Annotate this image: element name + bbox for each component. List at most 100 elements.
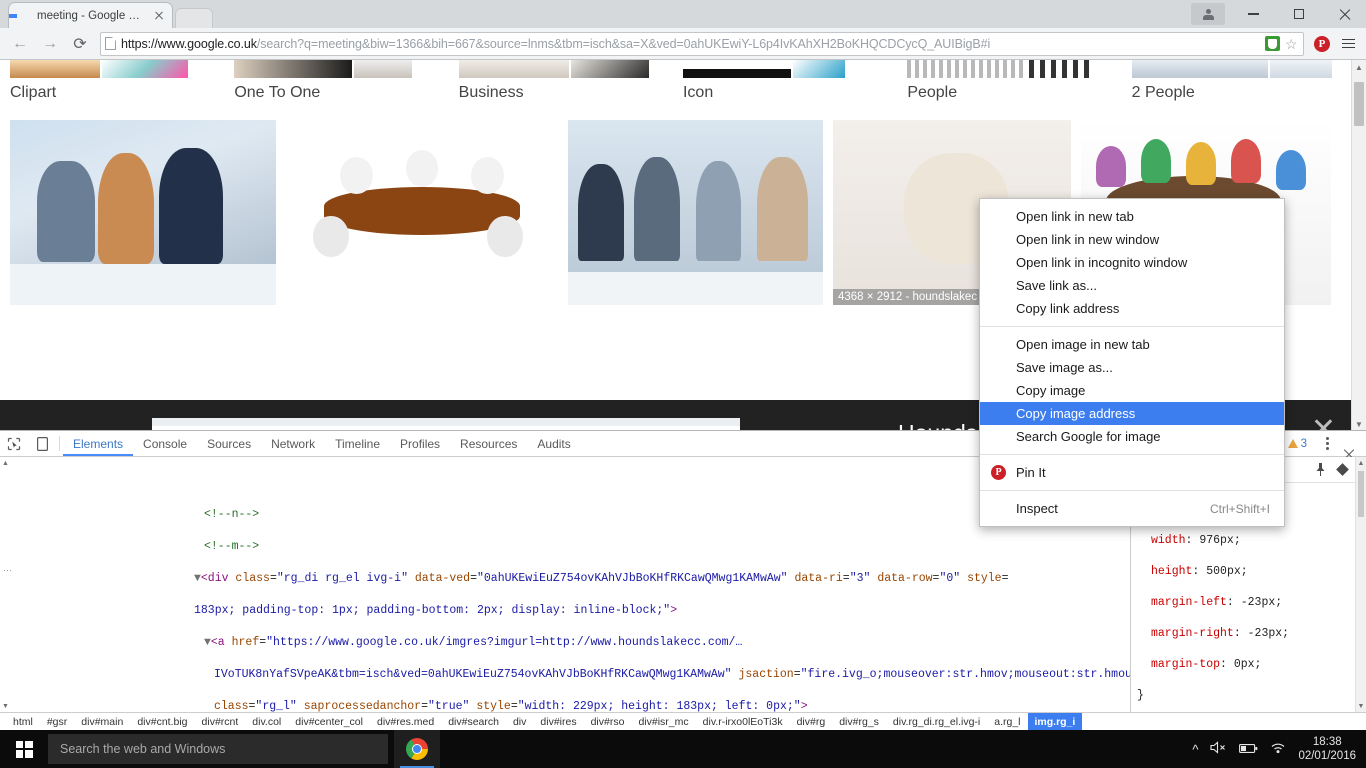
breadcrumb-item[interactable]: div.r-irxo0lEoTi3k (696, 713, 790, 731)
battery-icon[interactable] (1239, 742, 1258, 757)
dom-tree-pane[interactable]: ▲ ⋯ ▼ ​ <!--n--> <!--m--> ▼<div class="r… (0, 457, 1130, 712)
tab-sources[interactable]: Sources (197, 431, 261, 456)
tab-elements[interactable]: Elements (63, 431, 133, 456)
breadcrumb-item[interactable]: div#main (74, 713, 130, 731)
menu-item-label: Inspect (1016, 501, 1058, 516)
chrome-taskbar-icon[interactable] (394, 730, 440, 768)
styles-scrollbar-thumb[interactable] (1358, 471, 1364, 517)
menu-item-copy-image-address[interactable]: Copy image address (980, 402, 1284, 425)
warning-count-badge[interactable]: 3 (1287, 438, 1307, 450)
style-block-close: } (1137, 688, 1144, 702)
pinterest-extension-icon[interactable]: P (1310, 32, 1334, 56)
category-icon[interactable]: Icon (682, 60, 907, 112)
category-2-people[interactable]: 2 People (1131, 60, 1356, 112)
chrome-menu-icon[interactable] (1336, 32, 1360, 56)
menu-item-save-image-as[interactable]: Save image as... (980, 356, 1284, 379)
dom-line: ▼<div class="rg_di rg_el ivg-i" data-ved… (194, 572, 1009, 585)
breadcrumb-item[interactable]: html (6, 713, 40, 731)
menu-item-search-google-for-image[interactable]: Search Google for image (980, 425, 1284, 448)
devtools-tabs: Elements Console Sources Network Timelin… (63, 431, 581, 456)
kebab-menu-icon[interactable] (1318, 437, 1336, 450)
bookmark-star-icon[interactable]: ☆ (1285, 37, 1299, 51)
tab-timeline[interactable]: Timeline (325, 431, 390, 456)
resize-handle-dots[interactable]: ⋯ (3, 565, 13, 576)
breadcrumb-item[interactable]: #gsr (40, 713, 74, 731)
dom-scroll-down-arrow[interactable]: ▼ (0, 700, 11, 712)
pin-styles-icon[interactable] (1310, 463, 1330, 476)
tab-profiles[interactable]: Profiles (390, 431, 450, 456)
browser-window: meeting - Google Search ← → ⟳ https://ww… (0, 0, 1366, 731)
adblock-icon[interactable] (1265, 36, 1280, 51)
back-button[interactable]: ← (6, 30, 34, 58)
wifi-icon[interactable] (1270, 741, 1286, 757)
dom-line-text: <!--n--> (204, 508, 260, 521)
show-hidden-icons-icon[interactable]: ^ (1192, 742, 1198, 757)
menu-item-open-link-incognito[interactable]: Open link in incognito window (980, 251, 1284, 274)
breadcrumb-item[interactable]: a.rg_l (987, 713, 1027, 731)
breadcrumb-item[interactable]: div (506, 713, 533, 731)
category-clipart[interactable]: Clipart (10, 60, 234, 112)
breadcrumb-item[interactable]: div.col (245, 713, 288, 731)
address-bar[interactable]: https://www.google.co.uk/search?q=meetin… (100, 31, 1304, 56)
scroll-up-arrow[interactable]: ▲ (1352, 60, 1366, 75)
device-toolbar-icon[interactable] (28, 431, 56, 456)
dom-gutter: ▲ ⋯ ▼ (0, 457, 13, 712)
menu-item-copy-image[interactable]: Copy image (980, 379, 1284, 402)
breadcrumb-item[interactable]: div#rcnt (195, 713, 246, 731)
scrollbar-thumb[interactable] (1354, 82, 1364, 126)
reload-button[interactable]: ⟳ (66, 30, 94, 58)
volume-muted-icon[interactable] (1210, 741, 1227, 757)
menu-item-open-link-new-window[interactable]: Open link in new window (980, 228, 1284, 251)
close-tab-icon[interactable] (152, 9, 166, 23)
image-result[interactable] (10, 120, 276, 305)
breadcrumb-item[interactable]: div#rg_s (832, 713, 886, 731)
category-one-to-one[interactable]: One To One (234, 60, 458, 112)
breadcrumb-item[interactable]: div#rg (790, 713, 833, 731)
menu-item-inspect[interactable]: Inspect Ctrl+Shift+I (980, 497, 1284, 520)
forward-button[interactable]: → (36, 30, 64, 58)
breadcrumb-item[interactable]: div.rg_di.rg_el.ivg-i (886, 713, 987, 731)
close-window-button[interactable] (1321, 0, 1366, 28)
menu-item-pin-it[interactable]: P Pin It (980, 461, 1284, 484)
breadcrumb-item[interactable]: div#rso (584, 713, 632, 731)
breadcrumb-item[interactable]: div#isr_mc (631, 713, 695, 731)
breadcrumb-item[interactable]: div#cnt.big (130, 713, 194, 731)
inspect-element-icon[interactable] (0, 431, 28, 456)
taskbar-search-input[interactable]: Search the web and Windows (48, 734, 388, 764)
context-menu: Open link in new tab Open link in new wi… (979, 198, 1285, 527)
system-tray: ^ 18:38 02/01/2016 (1192, 735, 1366, 763)
category-label: Business (458, 84, 524, 101)
breadcrumb-item[interactable]: div#ires (533, 713, 583, 731)
breadcrumb-item-selected[interactable]: img.rg_i (1027, 713, 1083, 731)
menu-item-copy-link-address[interactable]: Copy link address (980, 297, 1284, 320)
style-value: -23px (1247, 626, 1283, 640)
taskbar-clock[interactable]: 18:38 02/01/2016 (1298, 735, 1356, 763)
maximize-button[interactable] (1276, 0, 1321, 28)
styles-scroll-up-arrow[interactable]: ▲ (1356, 457, 1366, 469)
page-info-icon (105, 37, 116, 50)
styles-scroll-down-arrow[interactable]: ▼ (1356, 700, 1366, 712)
tab-audits[interactable]: Audits (527, 431, 580, 456)
menu-item-open-link-new-tab[interactable]: Open link in new tab (980, 205, 1284, 228)
windows-start-icon[interactable] (0, 730, 48, 768)
customize-icon[interactable] (1332, 463, 1352, 476)
breadcrumb-item[interactable]: div#center_col (288, 713, 370, 731)
profile-avatar-icon[interactable] (1191, 3, 1225, 25)
minimize-button[interactable] (1231, 0, 1276, 28)
dom-scroll-up-arrow[interactable]: ▲ (0, 457, 11, 469)
category-business[interactable]: Business (458, 60, 683, 112)
image-result[interactable] (286, 120, 558, 305)
menu-item-save-link-as[interactable]: Save link as... (980, 274, 1284, 297)
tab-resources[interactable]: Resources (450, 431, 527, 456)
new-tab-button[interactable] (175, 8, 213, 28)
tab-console[interactable]: Console (133, 431, 197, 456)
image-result[interactable] (568, 120, 823, 305)
page-scrollbar[interactable]: ▲ ▼ (1351, 60, 1366, 432)
tab-network[interactable]: Network (261, 431, 325, 456)
menu-item-open-image-new-tab[interactable]: Open image in new tab (980, 333, 1284, 356)
category-people[interactable]: People (907, 60, 1131, 112)
styles-scrollbar[interactable]: ▲ ▼ (1355, 457, 1366, 712)
browser-tab[interactable]: meeting - Google Search (8, 2, 173, 28)
breadcrumb-item[interactable]: div#search (441, 713, 506, 731)
breadcrumb-item[interactable]: div#res.med (370, 713, 441, 731)
